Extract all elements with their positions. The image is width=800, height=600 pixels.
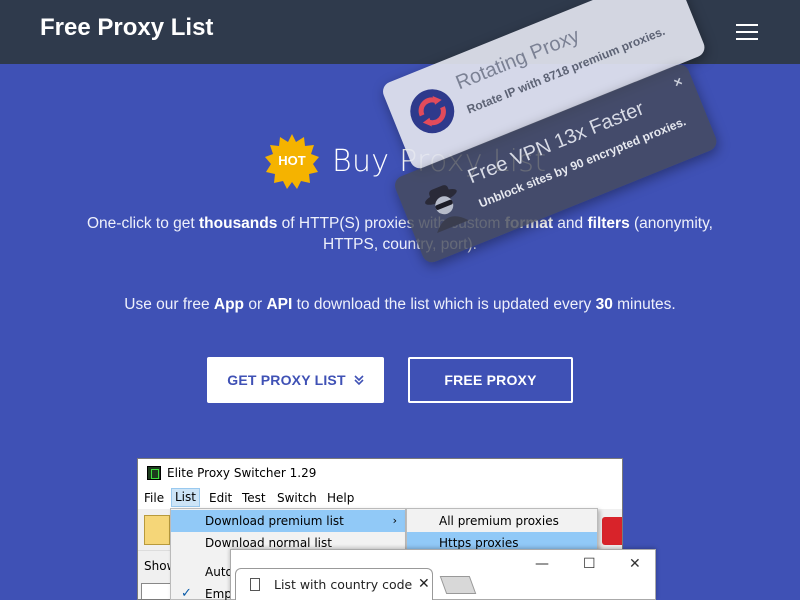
menu-item-label: Auto: [205, 565, 233, 579]
menu-test[interactable]: Test: [242, 491, 266, 505]
app-titlebar: Elite Proxy Switcher 1.29: [138, 459, 622, 487]
app-monitor-icon: [147, 466, 161, 480]
minimize-icon[interactable]: —: [535, 556, 549, 572]
desc-bold: 30: [595, 296, 613, 313]
browser-tab-title: List with country code: [274, 577, 413, 592]
document-icon: [250, 578, 260, 591]
maximize-icon[interactable]: ☐: [583, 556, 596, 572]
app-title: Elite Proxy Switcher 1.29: [167, 466, 317, 480]
menu-switch[interactable]: Switch: [277, 491, 317, 505]
double-chevron-down-icon: [354, 375, 364, 385]
button-label: GET PROXY LIST: [227, 372, 346, 388]
window-controls: — ☐ ✕: [515, 550, 655, 580]
free-proxy-button[interactable]: FREE PROXY: [408, 357, 573, 403]
hot-badge: HOT: [264, 133, 320, 189]
get-proxy-list-button[interactable]: GET PROXY LIST: [207, 357, 384, 403]
spy-agent-icon: [425, 185, 469, 233]
menu-item-download-premium[interactable]: Download premium list ›: [171, 510, 405, 532]
desc-bold: API: [266, 296, 293, 313]
desc-text: One-click to get: [87, 215, 199, 232]
desc-text: or: [244, 296, 267, 313]
desc-text: Use our free: [124, 296, 214, 313]
open-folder-icon[interactable]: [144, 515, 170, 545]
new-tab-button[interactable]: [439, 576, 477, 594]
promo-close-icon[interactable]: ×: [671, 73, 685, 91]
hero-description: One-click to get thousands of HTTP(S) pr…: [60, 213, 740, 255]
menu-item-label: Download normal list: [205, 536, 332, 550]
desc-text: minutes.: [612, 296, 676, 313]
app-menubar: File List Edit Test Switch Help: [138, 487, 622, 509]
desc-bold: thousands: [199, 215, 278, 232]
tab-close-icon[interactable]: ✕: [418, 576, 430, 592]
desc-text: to download the list which is updated ev…: [292, 296, 596, 313]
rotate-arrows-icon: [410, 89, 455, 134]
submenu-arrow-icon: ›: [392, 514, 397, 527]
desc-bold: filters: [587, 215, 630, 232]
desc-bold: App: [213, 296, 245, 313]
menu-help[interactable]: Help: [327, 491, 354, 505]
button-label: FREE PROXY: [444, 372, 537, 388]
desc-text: and: [553, 215, 588, 232]
browser-tab[interactable]: List with country code ✕: [235, 568, 433, 600]
close-window-icon[interactable]: ✕: [629, 556, 641, 572]
submenu-all-premium[interactable]: All premium proxies: [407, 510, 597, 532]
menu-list[interactable]: List: [171, 488, 200, 507]
brand-link[interactable]: Free Proxy List: [40, 14, 213, 42]
hero-description-2: Use our free App or API to download the …: [60, 296, 740, 314]
show-count-input[interactable]: [141, 583, 171, 599]
menu-item-label: Download premium list: [205, 514, 344, 528]
browser-window: — ☐ ✕ List with country code ✕: [230, 549, 656, 600]
power-button-icon[interactable]: [602, 517, 622, 545]
hamburger-menu-icon[interactable]: [736, 24, 760, 40]
hot-badge-label: HOT: [278, 153, 306, 168]
menu-edit[interactable]: Edit: [209, 491, 232, 505]
checkmark-icon: ✓: [181, 586, 192, 600]
menu-file[interactable]: File: [144, 491, 164, 505]
